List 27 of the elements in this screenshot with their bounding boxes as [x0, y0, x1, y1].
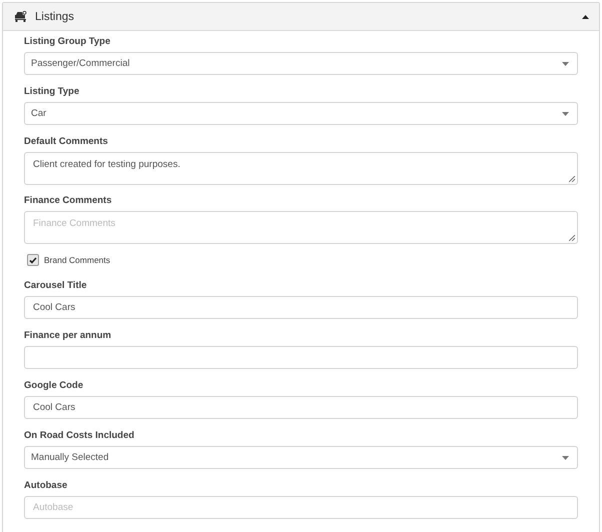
input-field[interactable]: Cool Cars — [24, 296, 578, 319]
resize-grip-icon[interactable] — [569, 235, 575, 241]
field-label: Autobase — [24, 480, 68, 492]
car-icon — [14, 11, 27, 22]
field-label: Google Code — [24, 380, 84, 392]
field-label: Listing Group Type — [24, 36, 112, 48]
field-label: On Road Costs Included — [24, 430, 136, 442]
checkbox-label: Brand Comments — [44, 255, 110, 265]
field-label: Finance per annum — [24, 330, 112, 342]
field-label: Carousel Title — [24, 280, 88, 292]
caret-icon — [562, 112, 569, 116]
field-label: Finance Comments — [24, 195, 113, 207]
panel-header[interactable]: Listings — [3, 3, 599, 31]
caret-icon — [562, 62, 569, 66]
input-field[interactable] — [24, 346, 578, 369]
input-field[interactable]: Cool Cars — [24, 396, 578, 419]
checkbox[interactable] — [27, 254, 39, 266]
dropdown[interactable]: Car — [24, 102, 578, 125]
panel-title: Listings — [35, 10, 75, 22]
dropdown[interactable]: Passenger/Commercial — [24, 52, 578, 75]
field-label: Default Comments — [24, 136, 109, 148]
collapse-caret-icon — [582, 14, 589, 18]
field-label: Listing Type — [24, 86, 80, 98]
caret-icon — [562, 456, 569, 460]
dropdown[interactable]: Manually Selected — [24, 446, 578, 469]
text-area[interactable]: Client created for testing purposes. — [24, 152, 578, 185]
resize-grip-icon[interactable] — [569, 176, 575, 182]
